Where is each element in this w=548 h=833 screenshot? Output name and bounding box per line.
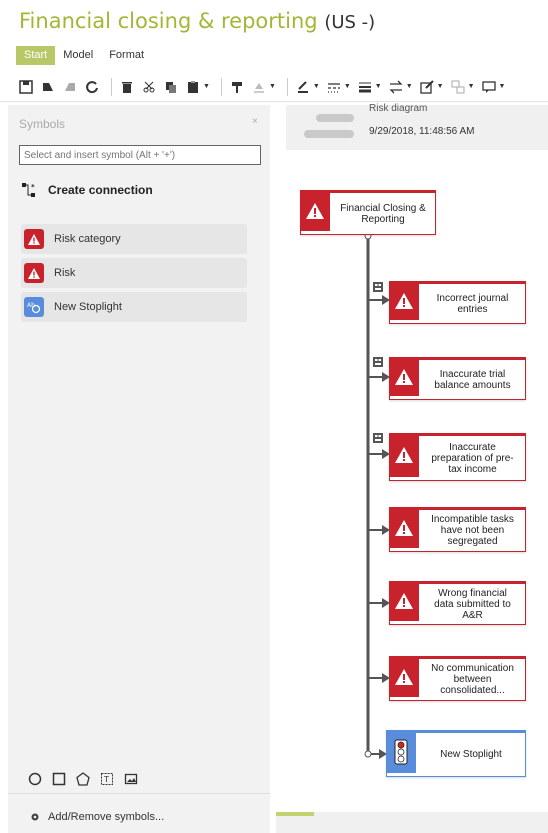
node-label-line: Inaccurate bbox=[449, 441, 496, 453]
node-label-line: Incorrect journal bbox=[436, 292, 509, 304]
node-label-line: data submitted to bbox=[434, 598, 511, 610]
risk-node[interactable]: No communication between consolidated... bbox=[389, 656, 526, 701]
node-label-line: tax income bbox=[448, 463, 497, 475]
warning-icon bbox=[389, 281, 419, 320]
hierarchy-icon[interactable] bbox=[373, 433, 383, 443]
node-label-line: No communication bbox=[431, 663, 514, 674]
node-label: Inaccurate preparation of pre-tax income bbox=[424, 436, 521, 480]
node-label: Incompatible tasks have not been segregate… bbox=[424, 510, 521, 551]
risk-node[interactable]: Inaccurate trial balance amounts bbox=[389, 357, 526, 400]
node-label-line: consolidated... bbox=[440, 685, 505, 696]
node-label-line: Incompatible tasks bbox=[431, 514, 514, 525]
node-label: Inaccurate trial balance amounts bbox=[424, 360, 521, 399]
node-label-line: Wrong financial bbox=[438, 587, 507, 599]
node-label-line: have not been bbox=[440, 525, 505, 536]
risk-node[interactable]: Incompatible tasks have not been segregate… bbox=[389, 507, 526, 552]
warning-icon bbox=[389, 433, 419, 477]
node-label-line: between bbox=[453, 674, 492, 685]
node-label-line: Inaccurate trial bbox=[439, 368, 506, 380]
node-label-line: balance amounts bbox=[434, 379, 511, 391]
node-label-line: preparation of pre- bbox=[431, 452, 514, 464]
node-label: Wrong financial data submitted to A&R bbox=[424, 584, 521, 624]
canvas-footer bbox=[276, 812, 548, 833]
hierarchy-icon[interactable] bbox=[373, 357, 383, 367]
node-label-line: entries bbox=[457, 303, 488, 315]
warning-icon bbox=[389, 656, 419, 697]
node-label: New Stoplight bbox=[440, 749, 502, 760]
node-label-line: A&R bbox=[462, 609, 483, 621]
node-label-line: Reporting bbox=[361, 213, 405, 225]
hierarchy-icon[interactable] bbox=[373, 282, 383, 292]
warning-icon bbox=[389, 581, 419, 621]
risk-node[interactable]: Incorrect journal entries bbox=[389, 281, 526, 324]
risk-node[interactable]: Inaccurate preparation of pre-tax income bbox=[389, 433, 526, 481]
stoplight-icon bbox=[386, 730, 416, 773]
connector-lines bbox=[364, 232, 390, 759]
scroll-indicator[interactable] bbox=[276, 812, 314, 816]
risk-node[interactable]: Wrong financial data submitted to A&R bbox=[389, 581, 526, 625]
node-label: Incorrect journal entries bbox=[424, 284, 521, 323]
stoplight-node[interactable]: New Stoplight bbox=[386, 730, 526, 777]
node-label-line: Financial Closing & bbox=[340, 202, 426, 214]
warning-icon bbox=[389, 507, 419, 548]
warning-icon bbox=[389, 357, 419, 396]
risk-category-node[interactable]: Financial Closing & Reporting bbox=[300, 190, 436, 235]
warning-icon bbox=[300, 190, 330, 231]
node-label: Financial Closing & Reporting bbox=[335, 193, 431, 234]
node-label-line: segregated bbox=[447, 536, 498, 547]
node-label: No communication between consolidated... bbox=[424, 659, 521, 700]
